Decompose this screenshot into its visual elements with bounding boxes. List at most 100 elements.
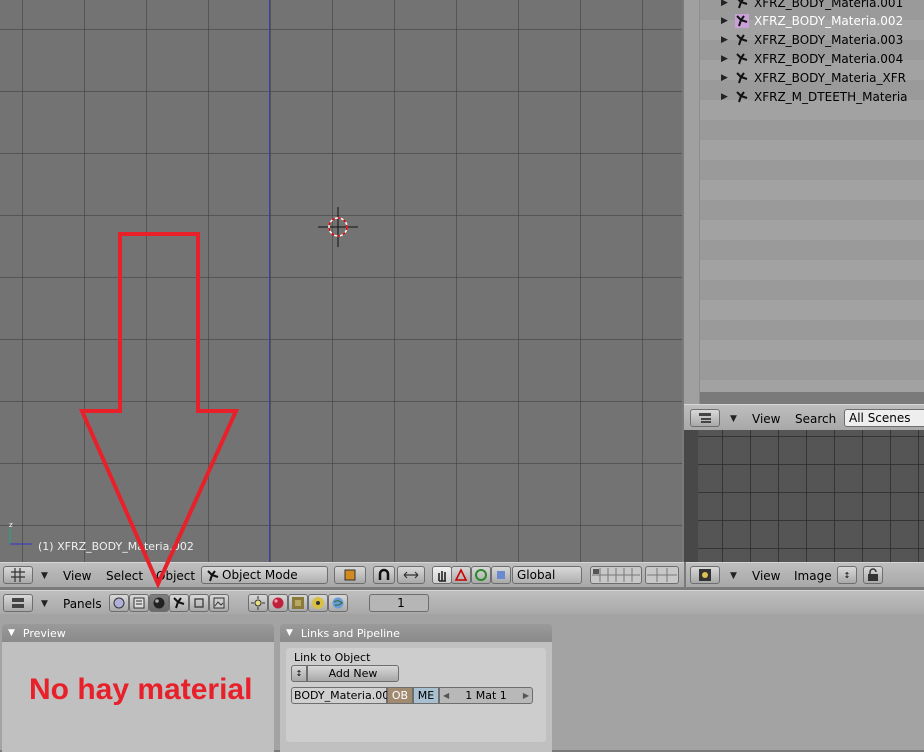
armature-icon: [735, 13, 749, 28]
link-to-object-label: Link to Object: [294, 651, 371, 664]
preview-panel-header[interactable]: ▼ Preview: [2, 624, 274, 642]
draw-type-button[interactable]: [334, 566, 366, 584]
layers-icon: [592, 568, 640, 582]
links-panel-header[interactable]: ▼ Links and Pipeline: [280, 624, 552, 642]
image-editor-view[interactable]: [684, 430, 924, 562]
scene-filter-select[interactable]: All Scenes: [844, 409, 924, 427]
collapse-menu-icon[interactable]: ▼: [730, 414, 737, 424]
lamp-icon: [251, 596, 265, 610]
script-context-button[interactable]: [129, 594, 149, 612]
menu-view[interactable]: View: [752, 569, 780, 583]
radiosity-button[interactable]: [308, 594, 328, 612]
outliner-gutter: [684, 0, 700, 404]
editing-context-button[interactable]: [189, 594, 209, 612]
panel-collapse-icon[interactable]: ▼: [8, 628, 15, 638]
updown-icon: ↕: [295, 669, 303, 678]
translate-toggle[interactable]: [432, 566, 452, 584]
hand-icon: [438, 571, 446, 582]
world-button[interactable]: [328, 594, 348, 612]
editor-type-button[interactable]: [3, 566, 33, 584]
texture-button[interactable]: [288, 594, 308, 612]
expand-triangle-icon[interactable]: ▶: [721, 73, 729, 83]
editor-type-button[interactable]: [690, 566, 720, 584]
links-panel: Link to Object ↕ Add New BODY_Materia.00…: [280, 642, 552, 752]
object-name-field[interactable]: BODY_Materia.002: [291, 687, 396, 704]
browse-material-button[interactable]: ↕: [291, 665, 307, 682]
outliner-item-label: XFRZ_M_DTEETH_Materia: [754, 89, 908, 104]
no-material-annotation: No hay material: [29, 673, 253, 706]
editing-icon: [194, 598, 204, 608]
outliner-item[interactable]: ▶ XFRZ_BODY_Materia.004: [700, 49, 903, 68]
decrement-icon[interactable]: ◀: [443, 691, 449, 700]
shading-context-button[interactable]: [149, 594, 169, 612]
material-button[interactable]: [268, 594, 288, 612]
svg-text:z: z: [9, 521, 13, 529]
buttons-window-icon: [12, 598, 24, 608]
world-icon: [332, 597, 344, 609]
outliner-item[interactable]: ▶ XFRZ_BODY_Materia.003: [700, 30, 903, 49]
outliner-item[interactable]: ▶ XFRZ_BODY_Materia.002: [700, 11, 903, 30]
lamp-button[interactable]: [248, 594, 268, 612]
grid-icon: [11, 568, 25, 582]
expand-triangle-icon[interactable]: ▶: [721, 0, 729, 8]
expand-triangle-icon[interactable]: ▶: [721, 16, 729, 26]
axis-widget-icon: z: [9, 521, 32, 545]
scene-icon: [213, 597, 225, 609]
image-editor-edge: [684, 430, 698, 562]
menu-image[interactable]: Image: [794, 569, 832, 583]
menu-view[interactable]: View: [752, 412, 780, 426]
updown-icon: ↕: [843, 570, 851, 580]
texture-icon: [292, 597, 304, 609]
scene-context-button[interactable]: [209, 594, 229, 612]
add-new-button[interactable]: Add New: [307, 665, 399, 682]
outliner-item-label: XFRZ_BODY_Materia.003: [754, 32, 904, 47]
frame-number-field[interactable]: 1: [369, 594, 429, 612]
lock-button[interactable]: [863, 566, 883, 584]
layers-icon: [647, 568, 677, 582]
widget-button[interactable]: [397, 566, 425, 584]
outliner-item[interactable]: ▶ XFRZ_M_DTEETH_Materia: [700, 87, 908, 106]
pivot-button[interactable]: [373, 566, 395, 584]
menu-panels[interactable]: Panels: [63, 597, 102, 611]
axis-line: [269, 0, 270, 562]
armature-icon: [738, 0, 748, 8]
logic-icon: [113, 597, 125, 609]
collapse-menu-icon[interactable]: ▼: [41, 571, 48, 581]
menu-search[interactable]: Search: [795, 412, 836, 426]
material-sphere-icon: [153, 597, 165, 609]
armature-icon: [736, 90, 748, 102]
scale-toggle[interactable]: [471, 566, 491, 584]
outliner-item-label: XFRZ_BODY_Materia.001: [754, 0, 904, 10]
image-editor-header: ▼ View Image ↕: [686, 562, 924, 588]
script-icon: [133, 597, 145, 609]
image-browse-button[interactable]: ↕: [837, 566, 857, 584]
increment-icon[interactable]: ▶: [523, 691, 529, 700]
expand-triangle-icon[interactable]: ▶: [721, 54, 729, 64]
logic-context-button[interactable]: [109, 594, 129, 612]
expand-triangle-icon[interactable]: ▶: [721, 35, 729, 45]
ring-icon: [475, 569, 487, 581]
frame-number-value: 1: [397, 596, 405, 610]
orientation-select[interactable]: Global: [512, 566, 582, 584]
layer-buttons-2[interactable]: [645, 566, 679, 584]
outliner-item-label: XFRZ_BODY_Materia.002: [754, 13, 904, 28]
object-context-button[interactable]: [169, 594, 189, 612]
3d-cursor-icon: [318, 207, 358, 247]
expand-triangle-icon[interactable]: ▶: [721, 92, 729, 102]
radiosity-icon: [312, 597, 324, 609]
outliner-item[interactable]: ▶ XFRZ_BODY_Materia_XFR: [700, 68, 906, 87]
collapse-menu-icon[interactable]: ▼: [41, 599, 48, 609]
link-ob-button[interactable]: OB: [387, 687, 413, 704]
collapse-menu-icon[interactable]: ▼: [730, 571, 737, 581]
editor-type-button[interactable]: [3, 594, 33, 612]
outliner[interactable]: ▶ XFRZ_BODY_Materia.001 ▶ XFRZ_BODY_Mate…: [700, 0, 924, 392]
panel-collapse-icon[interactable]: ▼: [286, 628, 293, 638]
layer-buttons[interactable]: [590, 566, 642, 584]
material-index-field[interactable]: ◀ 1 Mat 1 ▶: [439, 687, 533, 704]
scale-mode-toggle[interactable]: [491, 566, 511, 584]
solid-draw-icon: [344, 569, 356, 581]
outliner-item-label: XFRZ_BODY_Materia.004: [754, 51, 904, 66]
link-me-button[interactable]: ME: [413, 687, 439, 704]
editor-type-button[interactable]: [690, 409, 720, 427]
rotate-toggle[interactable]: [451, 566, 471, 584]
